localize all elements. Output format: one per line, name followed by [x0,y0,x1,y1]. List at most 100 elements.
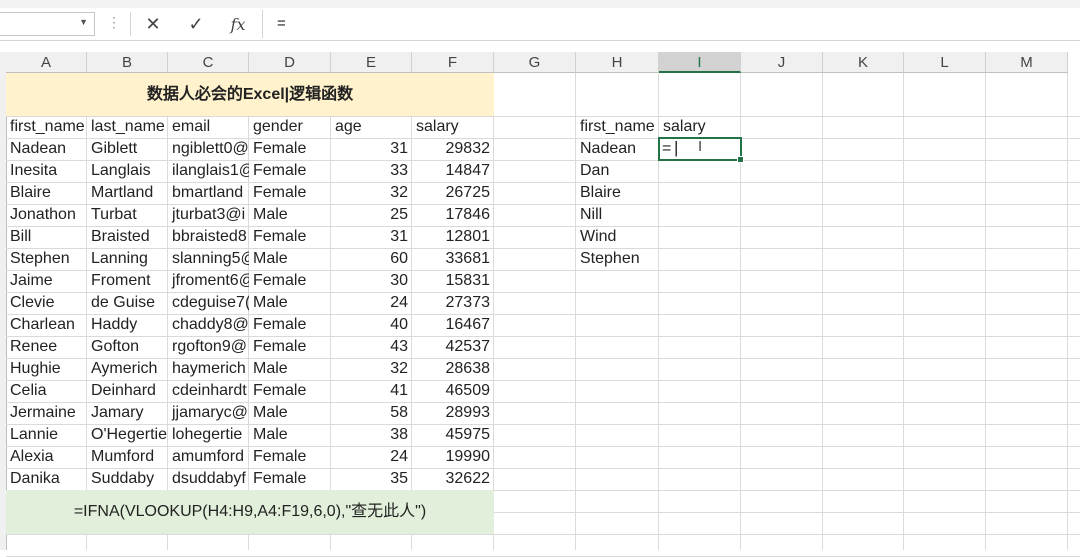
table-cell-email[interactable]: chaddy8@ [168,314,249,336]
table-cell-first_name[interactable]: Alexia [6,446,87,468]
table-cell-email[interactable]: bmartland [168,182,249,204]
table-cell-last_name[interactable]: Aymerich [87,358,168,380]
lookup-name-cell[interactable]: Stephen [576,248,659,270]
header-cell-last_name[interactable]: last_name [87,116,168,138]
column-header-h[interactable]: H [576,52,659,73]
table-cell-email[interactable]: amumford [168,446,249,468]
table-cell-salary[interactable]: 19990 [412,446,494,468]
table-cell-gender[interactable]: Male [249,424,331,446]
table-cell-last_name[interactable]: Gofton [87,336,168,358]
table-cell-email[interactable]: jjamaryc@ [168,402,249,424]
table-cell-first_name[interactable]: Jaime [6,270,87,292]
table-cell-salary[interactable]: 14847 [412,160,494,182]
table-cell-age[interactable]: 40 [331,314,412,336]
header-cell-gender[interactable]: gender [249,116,331,138]
fill-handle[interactable] [737,156,744,163]
table-cell-last_name[interactable]: Deinhard [87,380,168,402]
table-cell-gender[interactable]: Male [249,292,331,314]
table-cell-first_name[interactable]: Clevie [6,292,87,314]
lookup-name-cell[interactable]: Wind [576,226,659,248]
table-cell-first_name[interactable]: Inesita [6,160,87,182]
column-header-e[interactable]: E [331,52,412,73]
table-cell-first_name[interactable]: Blaire [6,182,87,204]
table-cell-gender[interactable]: Female [249,380,331,402]
column-header-a[interactable]: A [6,52,87,73]
table-cell-salary[interactable]: 17846 [412,204,494,226]
table-cell-gender[interactable]: Female [249,468,331,490]
table-cell-email[interactable]: dsuddabyf [168,468,249,490]
table-cell-salary[interactable]: 42537 [412,336,494,358]
table-cell-gender[interactable]: Female [249,446,331,468]
column-header-b[interactable]: B [87,52,168,73]
table-cell-salary[interactable]: 29832 [412,138,494,160]
table-cell-salary[interactable]: 33681 [412,248,494,270]
checkmark-icon[interactable]: ✓ [176,10,216,38]
table-cell-first_name[interactable]: Bill [6,226,87,248]
table-cell-last_name[interactable]: Lanning [87,248,168,270]
table-cell-age[interactable]: 25 [331,204,412,226]
table-cell-age[interactable]: 41 [331,380,412,402]
table-cell-salary[interactable]: 32622 [412,468,494,490]
table-cell-first_name[interactable]: Hughie [6,358,87,380]
table-cell-salary[interactable]: 15831 [412,270,494,292]
table-cell-gender[interactable]: Female [249,138,331,160]
table-cell-gender[interactable]: Female [249,270,331,292]
table-cell-email[interactable]: ilanglais1@ [168,160,249,182]
table-cell-age[interactable]: 32 [331,182,412,204]
table-cell-email[interactable]: slanning5@ [168,248,249,270]
table-cell-age[interactable]: 30 [331,270,412,292]
table-cell-last_name[interactable]: Mumford [87,446,168,468]
table-cell-gender[interactable]: Male [249,248,331,270]
column-header-j[interactable]: J [741,52,823,73]
table-cell-salary[interactable]: 27373 [412,292,494,314]
table-cell-salary[interactable]: 16467 [412,314,494,336]
column-header-d[interactable]: D [249,52,331,73]
lookup-name-cell[interactable]: Nadean [576,138,659,160]
table-cell-email[interactable]: lohegertie [168,424,249,446]
column-header-c[interactable]: C [168,52,249,73]
table-cell-email[interactable]: cdeguise7( [168,292,249,314]
table-cell-last_name[interactable]: Jamary [87,402,168,424]
table-cell-first_name[interactable]: Nadean [6,138,87,160]
table-cell-last_name[interactable]: de Guise [87,292,168,314]
table-cell-first_name[interactable]: Celia [6,380,87,402]
table-cell-age[interactable]: 24 [331,292,412,314]
table-cell-email[interactable]: jfroment6@ [168,270,249,292]
table-cell-last_name[interactable]: Suddaby [87,468,168,490]
table-cell-gender[interactable]: Female [249,314,331,336]
table-cell-gender[interactable]: Male [249,402,331,424]
table-cell-salary[interactable]: 28993 [412,402,494,424]
lookup-header-first_name[interactable]: first_name [576,116,669,138]
table-cell-last_name[interactable]: Turbat [87,204,168,226]
cancel-icon[interactable]: ✕ [133,10,173,38]
table-cell-email[interactable]: cdeinhardt [168,380,249,402]
header-cell-email[interactable]: email [168,116,249,138]
column-header-g[interactable]: G [494,52,576,73]
column-header-i[interactable]: I [659,52,741,73]
table-cell-age[interactable]: 32 [331,358,412,380]
table-cell-first_name[interactable]: Danika [6,468,87,490]
table-cell-email[interactable]: jturbat3@i [168,204,249,226]
table-cell-first_name[interactable]: Jermaine [6,402,87,424]
table-cell-first_name[interactable]: Renee [6,336,87,358]
grip-icon[interactable]: ⋮ [107,14,121,31]
header-cell-salary[interactable]: salary [412,116,494,138]
chevron-down-icon[interactable]: ▼ [79,17,88,27]
table-cell-last_name[interactable]: Froment [87,270,168,292]
table-cell-gender[interactable]: Female [249,336,331,358]
table-cell-age[interactable]: 31 [331,138,412,160]
table-cell-salary[interactable]: 26725 [412,182,494,204]
table-cell-email[interactable]: rgofton9@ [168,336,249,358]
table-cell-gender[interactable]: Female [249,226,331,248]
table-cell-last_name[interactable]: Martland [87,182,168,204]
table-cell-salary[interactable]: 45975 [412,424,494,446]
column-header-m[interactable]: M [986,52,1068,73]
column-header-f[interactable]: F [412,52,494,73]
lookup-name-cell[interactable]: Blaire [576,182,659,204]
table-cell-gender[interactable]: Female [249,160,331,182]
table-cell-gender[interactable]: Male [249,358,331,380]
table-cell-age[interactable]: 38 [331,424,412,446]
header-cell-first_name[interactable]: first_name [6,116,87,138]
table-cell-first_name[interactable]: Lannie [6,424,87,446]
lookup-name-cell[interactable]: Nill [576,204,659,226]
